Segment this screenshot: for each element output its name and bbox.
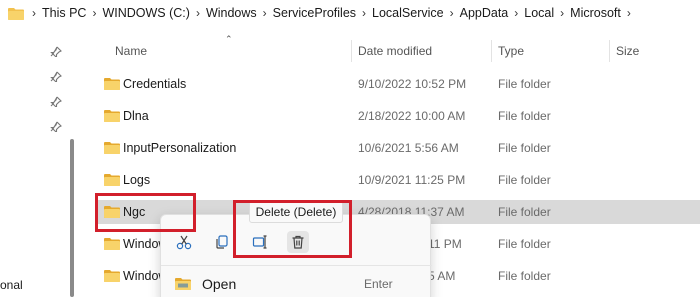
folder-icon <box>175 278 191 290</box>
delete-tooltip: Delete (Delete) <box>249 201 343 223</box>
file-row-credentials[interactable]: Credentials 9/10/2022 10:52 PM File fold… <box>96 72 700 96</box>
chevron-right-icon[interactable]: › <box>32 6 36 20</box>
breadcrumb-windows[interactable]: Windows <box>206 6 257 20</box>
nav-scrollbar[interactable] <box>70 139 74 297</box>
chevron-right-icon[interactable]: › <box>362 6 366 20</box>
cut-icon[interactable] <box>173 231 195 253</box>
column-divider[interactable] <box>351 40 352 62</box>
file-row-dlna[interactable]: Dlna 2/18/2022 10:00 AM File folder <box>96 104 700 128</box>
column-header-type[interactable]: Type <box>498 44 524 58</box>
file-date: 9/10/2022 10:52 PM <box>358 77 467 91</box>
column-headers: ⌃ Name Date modified Type Size <box>96 34 700 64</box>
file-date: 10/6/2021 5:56 AM <box>358 141 459 155</box>
nav-item-label[interactable]: onal <box>0 278 23 292</box>
chevron-right-icon[interactable]: › <box>263 6 267 20</box>
folder-icon <box>8 7 24 20</box>
copy-icon[interactable] <box>211 231 233 253</box>
delete-icon[interactable] <box>287 231 309 253</box>
breadcrumb-microsoft[interactable]: Microsoft <box>570 6 621 20</box>
file-date: 2/18/2022 10:00 AM <box>358 109 466 123</box>
column-header-size[interactable]: Size <box>616 44 639 58</box>
file-name: Dlna <box>123 109 149 123</box>
sort-ascending-icon: ⌃ <box>225 34 233 44</box>
column-divider[interactable] <box>491 40 492 62</box>
file-type: File folder <box>498 205 551 219</box>
breadcrumb-local[interactable]: Local <box>524 6 554 20</box>
column-divider[interactable] <box>609 40 610 62</box>
rename-icon[interactable] <box>249 231 271 253</box>
chevron-right-icon[interactable]: › <box>196 6 200 20</box>
file-type: File folder <box>498 141 551 155</box>
pin-icon[interactable] <box>50 46 62 58</box>
breadcrumb-this-pc[interactable]: This PC <box>42 6 86 20</box>
chevron-right-icon[interactable]: › <box>560 6 564 20</box>
file-row-inputpersonalization[interactable]: InputPersonalization 10/6/2021 5:56 AM F… <box>96 136 700 160</box>
file-type: File folder <box>498 237 551 251</box>
folder-icon <box>104 110 120 122</box>
file-type: File folder <box>498 173 551 187</box>
file-row-logs[interactable]: Logs 10/9/2021 11:25 PM File folder <box>96 168 700 192</box>
menu-item-open-label: Open <box>202 276 237 292</box>
breadcrumb-windows-drive[interactable]: WINDOWS (C:) <box>102 6 189 20</box>
column-header-name[interactable]: Name <box>115 44 147 58</box>
menu-item-open-shortcut: Enter <box>364 277 393 291</box>
breadcrumb-serviceprofiles[interactable]: ServiceProfiles <box>273 6 356 20</box>
file-date: 5 AM <box>428 269 456 283</box>
context-menu: Open Enter <box>160 214 432 297</box>
folder-icon <box>104 174 120 186</box>
folder-icon <box>104 270 120 282</box>
pin-icon[interactable] <box>50 121 62 133</box>
folder-icon <box>104 142 120 154</box>
file-name: Ngc <box>123 205 146 219</box>
file-type: File folder <box>498 269 551 283</box>
menu-separator <box>161 265 432 266</box>
chevron-right-icon[interactable]: › <box>627 6 631 20</box>
pin-icon[interactable] <box>50 71 62 83</box>
chevron-right-icon[interactable]: › <box>514 6 518 20</box>
chevron-right-icon[interactable]: › <box>92 6 96 20</box>
file-type: File folder <box>498 109 551 123</box>
folder-icon <box>104 238 120 250</box>
file-date: 11 PM <box>428 237 462 251</box>
file-name: Logs <box>123 173 151 187</box>
folder-icon <box>104 78 120 90</box>
pin-icon[interactable] <box>50 96 62 108</box>
file-name: InputPersonalization <box>123 141 237 155</box>
breadcrumb-appdata[interactable]: AppData <box>460 6 509 20</box>
menu-item-open[interactable]: Open Enter <box>161 271 432 297</box>
breadcrumb-localservice[interactable]: LocalService <box>372 6 444 20</box>
file-type: File folder <box>498 77 551 91</box>
column-header-date[interactable]: Date modified <box>358 44 432 58</box>
address-bar[interactable]: › This PC › WINDOWS (C:) › Windows › Ser… <box>0 0 700 26</box>
file-name: Credentials <box>123 77 187 91</box>
navigation-pane: onal <box>0 26 74 297</box>
folder-icon <box>104 206 120 218</box>
file-date: 10/9/2021 11:25 PM <box>358 173 466 187</box>
chevron-right-icon[interactable]: › <box>450 6 454 20</box>
